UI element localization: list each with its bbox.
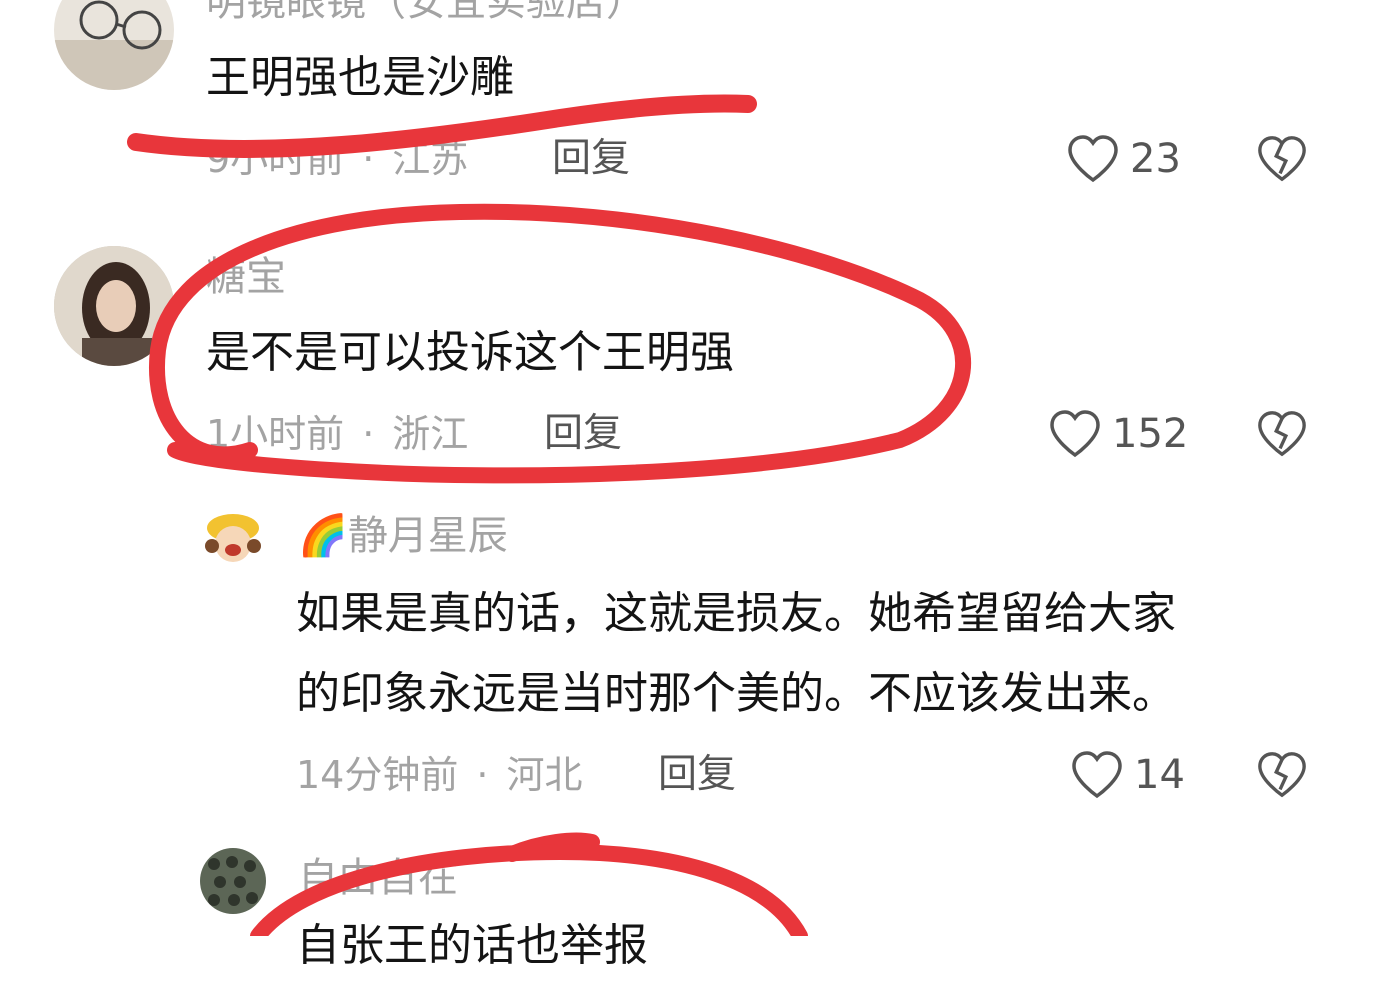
broken-heart-icon xyxy=(1258,136,1306,182)
like-count: 152 xyxy=(1112,411,1189,457)
avatar[interactable] xyxy=(54,246,174,366)
separator-dot: · xyxy=(476,753,489,797)
heart-outline-icon xyxy=(1072,751,1122,799)
rainbow-emoji: 🌈 xyxy=(298,513,348,559)
avatar[interactable] xyxy=(54,0,174,90)
username-text: 静月星辰 xyxy=(347,513,508,559)
separator-dot: · xyxy=(362,412,375,456)
timestamp: 1小时前 xyxy=(206,412,345,456)
separator-dot: · xyxy=(362,137,375,181)
dislike-button[interactable] xyxy=(1256,750,1308,800)
like-count: 14 xyxy=(1134,752,1185,798)
location: 河北 xyxy=(506,753,583,797)
like-button[interactable]: 152 xyxy=(1048,409,1188,459)
like-count: 23 xyxy=(1130,136,1181,182)
heart-outline-icon xyxy=(1068,135,1118,183)
location: 江苏 xyxy=(392,137,469,181)
username[interactable]: 明镜眼镜（安宜实验店） xyxy=(206,0,646,22)
comment-text: 是不是可以投诉这个王明强 xyxy=(206,327,734,378)
username[interactable]: 自由自在 xyxy=(298,858,458,898)
location: 浙江 xyxy=(392,412,469,456)
like-button[interactable]: 23 xyxy=(1066,134,1181,184)
avatar[interactable] xyxy=(200,506,266,572)
username[interactable]: 糖宝 xyxy=(206,257,286,297)
reply-button[interactable]: 回复 xyxy=(544,414,622,453)
reply-button[interactable]: 回复 xyxy=(552,139,630,178)
like-button[interactable]: 14 xyxy=(1070,750,1185,800)
comment-meta: 14分钟前 · 河北 xyxy=(296,756,582,794)
reply-button[interactable]: 回复 xyxy=(658,755,736,794)
avatar[interactable] xyxy=(200,848,266,914)
broken-heart-icon xyxy=(1258,752,1306,798)
comment-meta: 9小时前 · 江苏 xyxy=(206,140,468,178)
comment-meta: 1小时前 · 浙江 xyxy=(206,415,468,453)
dislike-button[interactable] xyxy=(1256,409,1308,459)
comment-text-line-2: 的印象永远是当时那个美的。不应该发出来。 xyxy=(296,668,1176,719)
heart-outline-icon xyxy=(1050,410,1100,458)
timestamp: 9小时前 xyxy=(206,137,345,181)
timestamp: 14分钟前 xyxy=(296,753,459,797)
broken-heart-icon xyxy=(1258,411,1306,457)
comment-text-line-1: 如果是真的话，这就是损友。她希望留给大家 xyxy=(296,588,1176,639)
comment-text: 王明强也是沙雕 xyxy=(206,52,514,103)
username[interactable]: 🌈静月星辰 xyxy=(298,516,508,556)
dislike-button[interactable] xyxy=(1256,134,1308,184)
comment-text: 自张王的话也举报 xyxy=(296,920,648,971)
